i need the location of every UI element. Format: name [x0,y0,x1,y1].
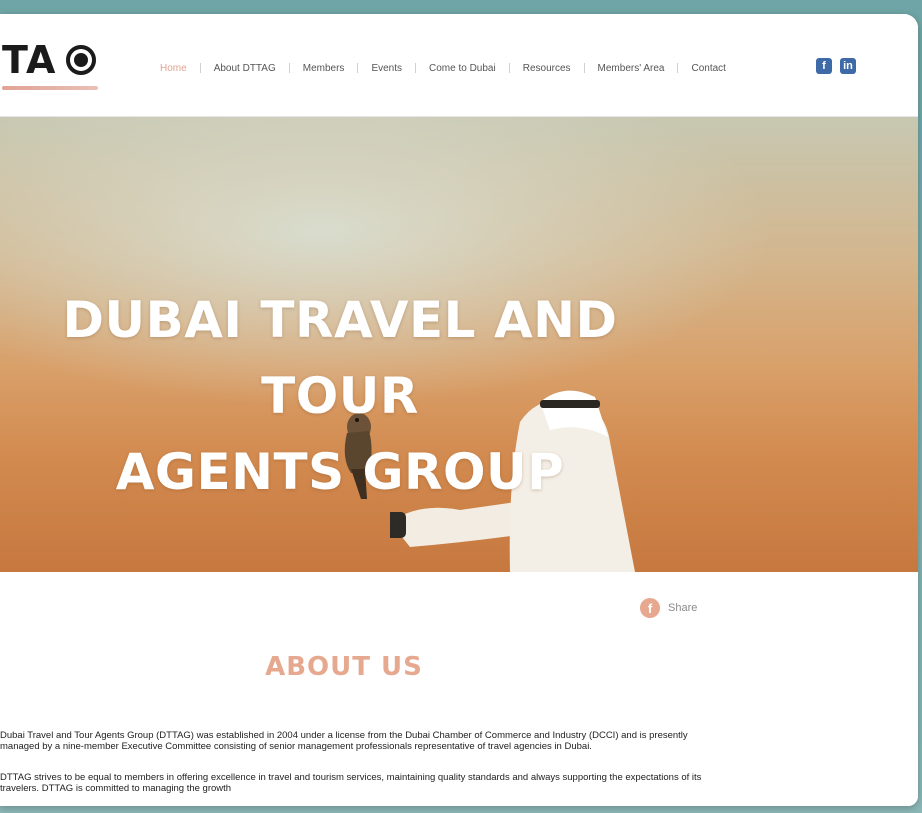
hero-banner: DUBAI TRAVEL AND TOUR AGENTS GROUP [0,117,918,572]
nav-item-members[interactable]: Members [303,63,345,74]
browser-page: TA Home About DTTAG Members Events Come … [0,14,918,806]
nav-divider [288,63,290,73]
nav-item-home[interactable]: Home [160,63,187,74]
nav-item-about[interactable]: About DTTAG [214,63,276,74]
nav-item-resources[interactable]: Resources [523,63,571,74]
about-paragraph: Dubai Travel and Tour Agents Group (DTTA… [0,730,688,752]
nav-item-events[interactable]: Events [371,63,402,74]
linkedin-icon[interactable]: in [840,58,856,74]
nav-divider [199,63,201,73]
site-logo[interactable]: TA [2,40,102,110]
nav-item-members-area[interactable]: Members' Area [598,63,665,74]
facebook-share-icon: f [640,598,660,618]
nav-divider [677,63,679,73]
about-section: f Share ABOUT US Dubai Travel and Tour A… [0,572,918,806]
hero-title: DUBAI TRAVEL AND TOUR AGENTS GROUP [0,282,680,510]
globe-icon [66,45,96,75]
nav-divider [583,63,585,73]
logo-tagline [2,86,98,90]
facebook-icon[interactable]: f [816,58,832,74]
share-label: Share [668,602,698,614]
site-header: TA Home About DTTAG Members Events Come … [0,14,918,117]
logo-text: TA [2,38,57,82]
nav-item-contact[interactable]: Contact [691,63,725,74]
share-button[interactable]: f Share [640,598,697,618]
about-paragraph: DTTAG strives to be equal to members in … [0,772,702,794]
about-heading: ABOUT US [265,652,423,682]
nav-divider [357,63,359,73]
nav-item-come-to-dubai[interactable]: Come to Dubai [429,63,496,74]
nav-divider [415,63,417,73]
hero-title-line-2: AGENTS GROUP [115,443,565,501]
social-links: f in [816,58,856,74]
hero-title-line-1: DUBAI TRAVEL AND TOUR [62,291,618,425]
nav-divider [508,63,510,73]
main-nav: Home About DTTAG Members Events Come to … [160,58,726,78]
